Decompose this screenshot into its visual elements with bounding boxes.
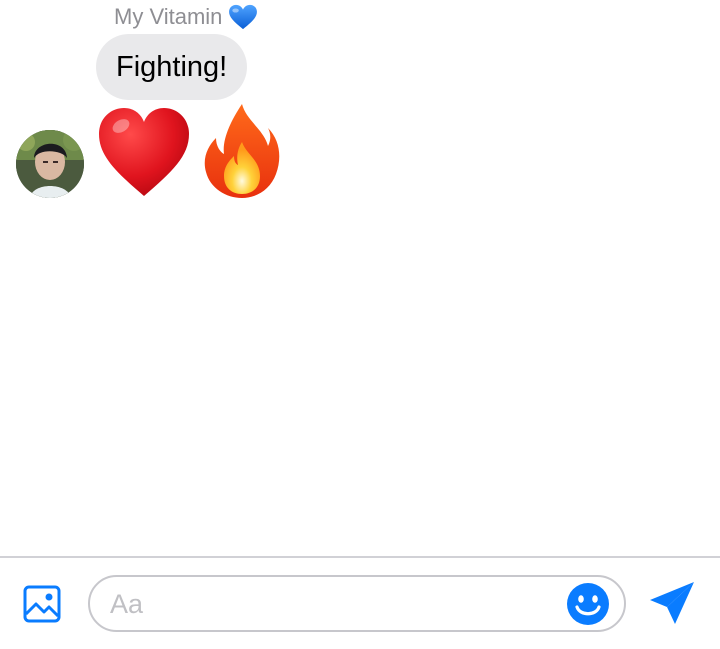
message-input[interactable] xyxy=(110,585,550,623)
sender-name-row: My Vitamin xyxy=(114,4,258,30)
emoji-button[interactable] xyxy=(566,582,610,626)
blue-heart-icon xyxy=(229,4,258,30)
emoji-message[interactable] xyxy=(96,102,282,200)
avatar-image xyxy=(16,130,84,198)
composer-divider xyxy=(0,556,720,558)
red-heart-icon xyxy=(99,108,189,196)
sender-name: My Vitamin xyxy=(114,4,223,29)
photo-button[interactable] xyxy=(22,584,62,624)
smiley-icon xyxy=(567,583,609,625)
send-icon xyxy=(650,582,694,624)
avatar[interactable] xyxy=(16,130,84,198)
fire-icon xyxy=(204,104,280,198)
message-text: Fighting! xyxy=(116,51,228,83)
photo-icon xyxy=(23,585,61,623)
message-bubble[interactable]: Fighting! xyxy=(96,34,248,100)
message-composer[interactable] xyxy=(88,575,626,632)
send-button[interactable] xyxy=(648,580,696,626)
